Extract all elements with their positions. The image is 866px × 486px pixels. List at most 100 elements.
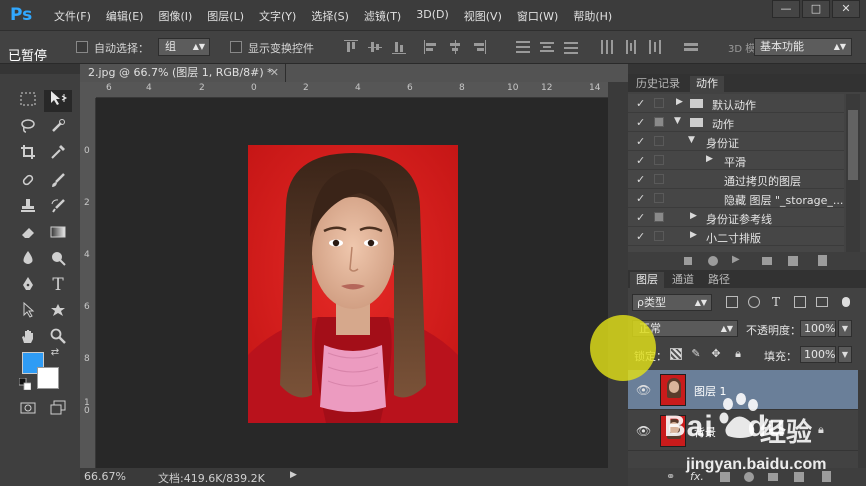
lasso-tool-icon[interactable] xyxy=(16,118,40,140)
close-button[interactable]: ✕ xyxy=(832,0,860,18)
dialog-toggle[interactable] xyxy=(654,174,664,184)
auto-select-checkbox[interactable] xyxy=(76,41,88,53)
collapse-arrow-icon[interactable]: ▼ xyxy=(674,116,681,126)
align-hcenter-icon[interactable] xyxy=(448,40,462,54)
expand-arrow-icon[interactable]: ▶ xyxy=(690,211,697,221)
checkmark-icon[interactable]: ✓ xyxy=(636,173,645,186)
fill-slider-arrow-icon[interactable]: ▼ xyxy=(838,346,852,363)
checkmark-icon[interactable]: ✓ xyxy=(636,154,645,167)
checkmark-icon[interactable]: ✓ xyxy=(636,192,645,205)
gradient-tool-icon[interactable] xyxy=(46,224,70,246)
action-smooth[interactable]: ✓ ▶ 平滑 xyxy=(628,151,844,170)
dialog-toggle[interactable] xyxy=(654,193,664,203)
action-set-actions[interactable]: ✓ ▼ 动作 xyxy=(628,113,844,132)
expand-arrow-icon[interactable]: ▶ xyxy=(690,230,697,240)
action-small-2inch-layout[interactable]: ✓ ▶ 小二寸排版 xyxy=(628,227,844,246)
distribute-bottom-icon[interactable] xyxy=(564,40,578,54)
new-action-icon[interactable] xyxy=(788,256,798,266)
tab-actions[interactable]: 动作 xyxy=(690,76,724,92)
quick-mask-icon[interactable] xyxy=(16,400,40,422)
move-tool-icon[interactable] xyxy=(44,90,72,112)
opacity-slider-arrow-icon[interactable]: ▼ xyxy=(838,320,852,337)
canvas-area[interactable] xyxy=(96,98,608,468)
eraser-tool-icon[interactable] xyxy=(16,224,40,246)
align-vcenter-icon[interactable] xyxy=(368,40,382,54)
dialog-toggle[interactable] xyxy=(654,136,664,146)
action-id-card-guides[interactable]: ✓ ▶ 身份证参考线 xyxy=(628,208,844,227)
background-color-swatch[interactable] xyxy=(37,367,59,389)
new-set-folder-icon[interactable] xyxy=(762,257,772,265)
crop-tool-icon[interactable] xyxy=(16,144,40,166)
filter-pixel-icon[interactable] xyxy=(726,296,738,308)
default-colors-icon[interactable] xyxy=(18,376,32,391)
custom-shape-tool-icon[interactable] xyxy=(46,302,70,324)
lock-position-move-icon[interactable]: ✥ xyxy=(710,348,722,360)
brush-tool-icon[interactable] xyxy=(46,172,70,194)
align-bottom-icon[interactable] xyxy=(392,40,406,54)
action-id-card[interactable]: ✓ ▼ 身份证 xyxy=(628,132,844,151)
show-transform-checkbox[interactable] xyxy=(230,41,242,53)
dialog-toggle[interactable] xyxy=(654,231,664,241)
menu-image[interactable]: 图像(I) xyxy=(158,8,192,24)
expand-arrow-icon[interactable]: ▶ xyxy=(676,97,683,107)
menu-filter[interactable]: 滤镜(T) xyxy=(364,8,401,24)
fill-input[interactable]: 100% xyxy=(800,346,836,363)
checkmark-icon[interactable]: ✓ xyxy=(636,135,645,148)
dialog-toggle[interactable] xyxy=(654,212,664,222)
filter-shape-icon[interactable] xyxy=(794,296,806,308)
record-icon[interactable] xyxy=(708,256,718,266)
layer-filter-dropdown[interactable]: ρ类型 ▲▼ xyxy=(632,294,712,311)
status-menu-arrow-icon[interactable]: ▶ xyxy=(290,470,297,480)
hand-tool-icon[interactable] xyxy=(16,328,40,350)
dodge-tool-icon[interactable] xyxy=(46,250,70,272)
document-tab[interactable]: 2.jpg @ 66.7% (图层 1, RGB/8#) * ✕ xyxy=(80,64,286,82)
distribute-hcenter-icon[interactable] xyxy=(624,40,638,54)
filter-type-icon[interactable]: T xyxy=(772,296,784,308)
pen-tool-icon[interactable] xyxy=(16,276,40,298)
tab-channels[interactable]: 通道 xyxy=(666,272,700,288)
checkmark-icon[interactable]: ✓ xyxy=(636,97,645,110)
action-hide-layer[interactable]: ✓ 隐藏 图层 "_storage_... xyxy=(628,189,844,208)
menu-type[interactable]: 文字(Y) xyxy=(259,8,296,24)
distribute-top-icon[interactable] xyxy=(516,40,530,54)
dialog-toggle[interactable] xyxy=(654,155,664,165)
menu-edit[interactable]: 编辑(E) xyxy=(106,8,144,24)
menu-help[interactable]: 帮助(H) xyxy=(573,8,612,24)
vertical-ruler[interactable]: 0 2 4 6 8 1 0 xyxy=(80,98,96,468)
checkmark-icon[interactable]: ✓ xyxy=(636,230,645,243)
close-tab-icon[interactable]: ✕ xyxy=(270,64,279,82)
marquee-tool-icon[interactable] xyxy=(16,92,40,114)
action-layer-via-copy[interactable]: ✓ 通过拷贝的图层 xyxy=(628,170,844,189)
tab-paths[interactable]: 路径 xyxy=(702,272,736,288)
delete-trash-icon[interactable] xyxy=(818,255,827,266)
visibility-eye-icon[interactable]: 👁︎ xyxy=(636,424,651,438)
id-photo-image[interactable] xyxy=(248,145,458,423)
tab-history[interactable]: 历史记录 xyxy=(630,76,686,92)
actions-scrollbar[interactable] xyxy=(846,94,860,252)
menu-select[interactable]: 选择(S) xyxy=(311,8,349,24)
stop-icon[interactable] xyxy=(684,257,692,265)
filter-smart-object-icon[interactable] xyxy=(816,297,828,307)
action-set-default[interactable]: ✓ ▶ 默认动作 xyxy=(628,94,844,113)
screen-mode-icon[interactable] xyxy=(46,400,70,422)
path-selection-tool-icon[interactable] xyxy=(16,301,40,324)
filter-adjustment-icon[interactable] xyxy=(748,296,760,308)
dialog-toggle[interactable] xyxy=(654,98,664,108)
dialog-toggle[interactable] xyxy=(654,117,664,127)
eyedropper-tool-icon[interactable] xyxy=(46,144,70,166)
distribute-vcenter-icon[interactable] xyxy=(540,40,554,54)
auto-align-icon[interactable] xyxy=(684,40,698,54)
collapse-arrow-icon[interactable]: ▼ xyxy=(688,135,695,145)
filter-toggle-icon[interactable] xyxy=(842,297,850,307)
menu-window[interactable]: 窗口(W) xyxy=(517,8,558,24)
checkmark-icon[interactable]: ✓ xyxy=(636,116,645,129)
tab-layers[interactable]: 图层 xyxy=(630,272,664,288)
auto-select-dropdown[interactable]: 组 ▲▼ xyxy=(158,38,210,56)
zoom-level[interactable]: 66.67% xyxy=(84,470,126,483)
quick-select-tool-icon[interactable] xyxy=(46,118,70,140)
opacity-input[interactable]: 100% xyxy=(800,320,836,337)
type-tool-icon[interactable]: T xyxy=(46,274,70,296)
healing-brush-tool-icon[interactable] xyxy=(16,172,40,194)
visibility-eye-icon[interactable]: 👁︎ xyxy=(636,383,651,397)
menu-view[interactable]: 视图(V) xyxy=(464,8,502,24)
